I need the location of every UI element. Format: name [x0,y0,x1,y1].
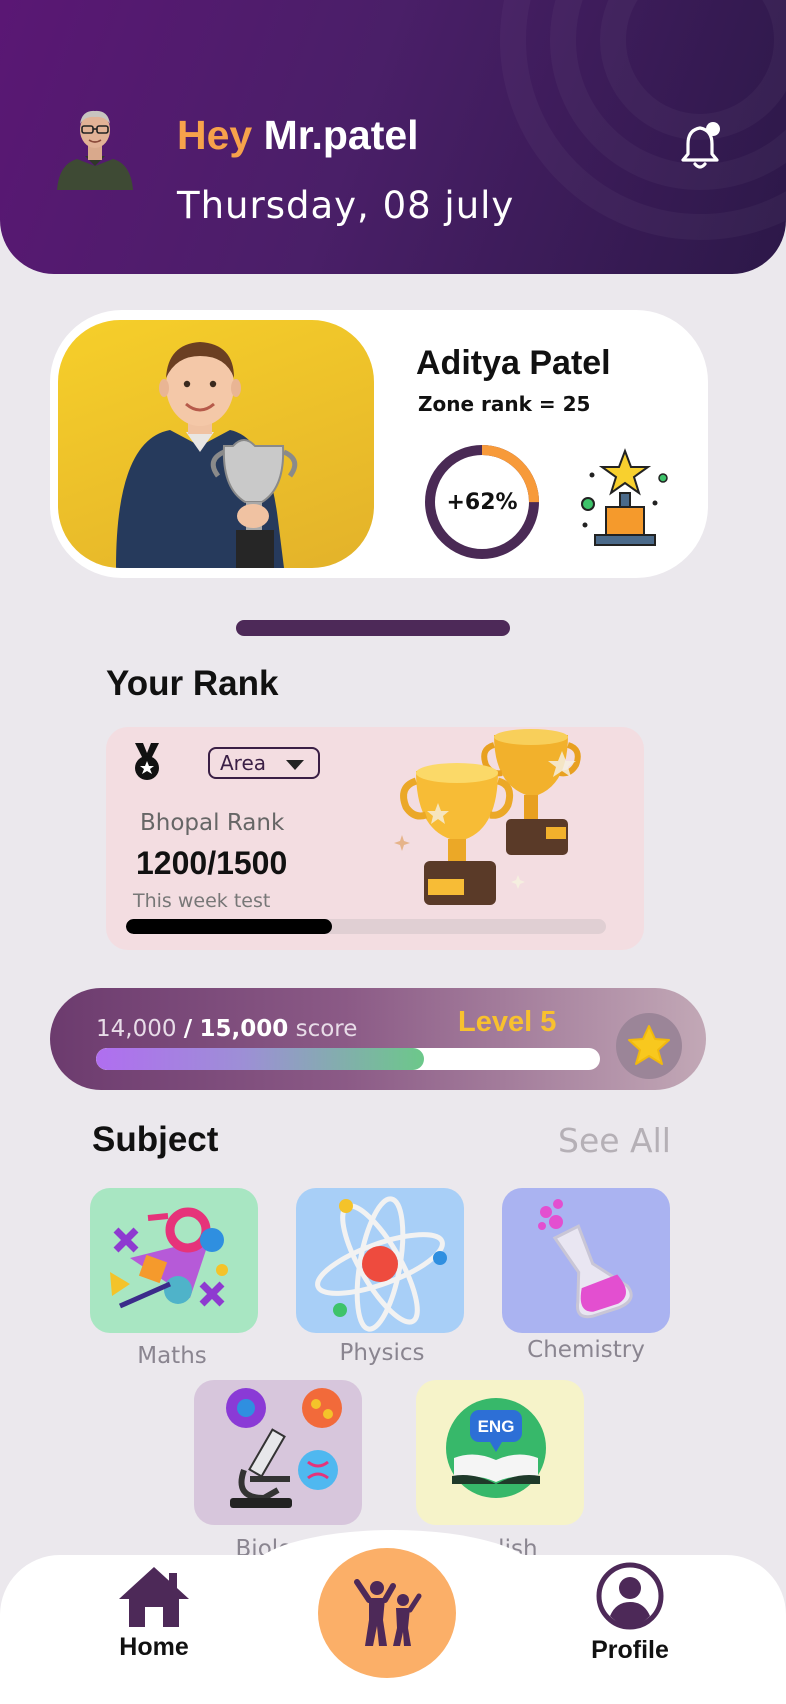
subject-tile-chemistry[interactable] [502,1188,670,1333]
score-progress-fill [96,1048,424,1070]
subject-section-title: Subject [92,1120,219,1159]
maths-shapes-icon [110,1207,228,1309]
area-dropdown-value: Area [220,751,267,775]
atom-icon [315,1196,447,1332]
star-icon [628,1025,670,1065]
drag-handle[interactable] [236,620,510,636]
progress-percent: +62% [446,489,518,515]
english-book-icon: ENG [446,1398,546,1498]
profile-icon [596,1562,664,1630]
date-label: Thursday, 08 july [177,184,515,227]
subject-label-maths: Maths [137,1343,207,1369]
subject-label-physics: Physics [339,1340,425,1366]
avatar[interactable] [55,104,135,190]
user-name: Mr.patel [263,112,419,158]
star-trophy-icon [575,445,675,560]
progress-ring: +62% [422,442,542,562]
trophies-icon [386,715,606,915]
notification-bell-icon[interactable] [680,120,724,170]
zone-rank: Zone rank = 25 [418,392,591,416]
greeting-prefix: Hey [177,112,253,158]
svg-text:ENG: ENG [478,1417,515,1436]
student-name: Aditya Patel [416,344,611,382]
score-current: 14,000 [96,1016,177,1042]
nav-home-label: Home [119,1633,189,1661]
subject-tile-maths[interactable] [90,1188,258,1333]
header-decoration [500,0,786,240]
rank-section-title: Your Rank [106,664,279,703]
student-photo [58,320,374,568]
flask-icon [538,1199,633,1319]
subject-tile-biology[interactable] [194,1380,362,1525]
student-card[interactable]: Aditya Patel Zone rank = 25 +62% [50,310,708,578]
score-total: 15,000 [199,1016,289,1042]
week-test-label: This week test [133,890,271,912]
score-progress-bar [96,1048,600,1070]
star-button[interactable] [616,1013,682,1079]
nav-profile-label: Profile [591,1636,669,1664]
score-unit: score [295,1016,358,1042]
people-cheering-icon [354,1579,422,1646]
subject-tile-physics[interactable] [296,1188,464,1333]
score-bar[interactable]: 14,000 / 15,000 score Level 5 [50,988,706,1090]
level-label: Level 5 [458,1006,557,1038]
score-separator: / [183,1016,193,1042]
week-progress-fill [126,919,333,934]
medal-icon [130,741,164,783]
rank-card[interactable]: Area Bhopal Rank 1200/1500 This week tes… [106,727,644,950]
city-rank-label: Bhopal Rank [140,810,285,836]
nav-profile[interactable]: Profile [580,1562,680,1665]
center-action-button[interactable] [318,1548,456,1678]
greeting: Hey Mr.patel [177,112,419,159]
see-all-link[interactable]: See All [558,1121,671,1160]
subject-label-chemistry: Chemistry [527,1337,645,1363]
area-dropdown[interactable]: Area [208,747,320,779]
home-icon [119,1567,189,1627]
nav-home[interactable]: Home [104,1565,204,1662]
rank-value: 1200/1500 [136,845,288,881]
header: Hey Mr.patel Thursday, 08 july [0,0,786,274]
chevron-down-icon [286,760,304,770]
subject-tile-english[interactable]: ENG [416,1380,584,1525]
score-text: 14,000 / 15,000 score [96,1016,357,1042]
microscope-icon [226,1388,342,1508]
week-progress-bar [126,919,606,934]
